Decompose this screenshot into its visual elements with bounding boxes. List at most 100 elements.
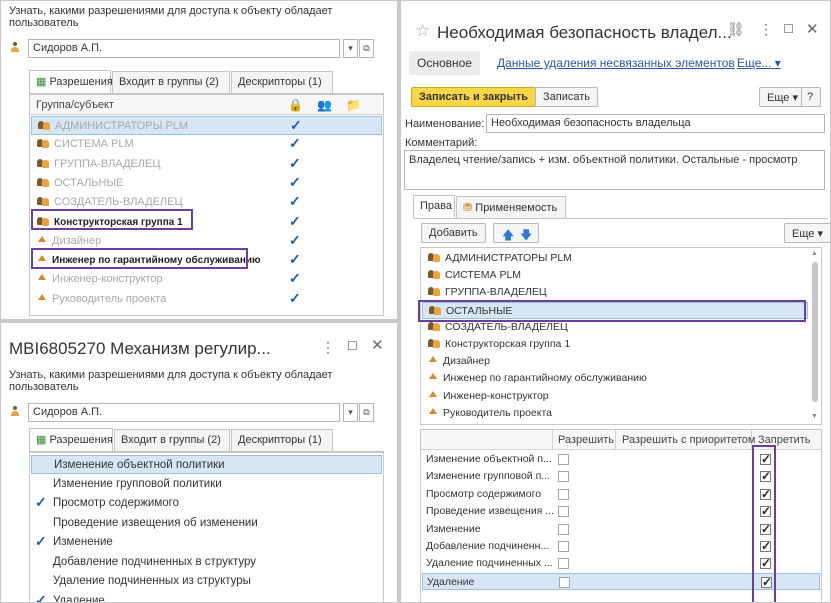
allow-checkbox[interactable]: [558, 488, 569, 500]
tab-rights[interactable]: Права: [413, 195, 455, 218]
table-row[interactable]: ОСТАЛЬНЫЕ ✓: [31, 174, 382, 193]
user-group-icon: [428, 338, 440, 348]
list-item[interactable]: Удаление подчиненных из структуры: [31, 572, 382, 591]
help-button[interactable]: ?: [801, 87, 821, 107]
more-icon[interactable]: ⋮: [321, 339, 335, 356]
allow-checkbox[interactable]: [558, 523, 569, 535]
close-icon[interactable]: ✕: [806, 20, 819, 38]
row-label: Изменение групповой политики: [53, 477, 222, 490]
check-icon: ✓: [289, 173, 301, 190]
allow-checkbox[interactable]: [559, 576, 570, 588]
table-row[interactable]: ГРУППА-ВЛАДЕЛЕЦ ✓: [31, 155, 382, 174]
tab-descriptors[interactable]: Дескрипторы (1): [231, 429, 333, 451]
list-item[interactable]: ГРУППА-ВЛАДЕЛЕЦ: [422, 284, 808, 301]
panel-security-descriptor: ☆ Необходимая безопасность владел... ⛓ ⋮…: [400, 0, 831, 603]
panel-user-groups: Узнать, какими разрешениями для доступа …: [0, 0, 398, 320]
table-icon: ▦: [36, 434, 50, 446]
scroll-down-icon[interactable]: ▼: [811, 413, 818, 420]
row-label: Изменение групповой п...: [426, 470, 551, 483]
name-field[interactable]: Необходимая безопасность владельца: [486, 114, 825, 133]
save-and-close-button[interactable]: Записать и закрыть: [411, 87, 537, 107]
table-row[interactable]: АДМИНИСТРАТОРЫ PLM ✓: [31, 116, 382, 135]
list-item[interactable]: Изменение объектной политики: [31, 455, 382, 474]
table-row[interactable]: Руководитель проекта ✓: [31, 290, 382, 309]
groups-table: Группа/субъект 🔒 👥 📁 АДМИНИСТРАТОРЫ PLM ✓…: [29, 94, 384, 316]
allow-checkbox[interactable]: [558, 541, 569, 552]
list-item[interactable]: ✓ Удаление: [31, 592, 382, 603]
allow-checkbox[interactable]: [558, 506, 569, 518]
link-icon[interactable]: ⛓: [727, 21, 745, 38]
open-button[interactable]: ⧉: [359, 39, 374, 58]
column-header-group: Группа/субъект: [36, 99, 114, 111]
folder-icon: 📁: [346, 98, 361, 112]
nav-main[interactable]: Основное: [409, 51, 480, 75]
highlight-frame: [418, 300, 806, 322]
more-icon[interactable]: ⋮: [759, 21, 773, 38]
maximize-icon[interactable]: ☐: [347, 339, 358, 353]
role-icon: [429, 390, 437, 397]
row-label: ГРУППА-ВЛАДЕЛЕЦ: [445, 286, 547, 299]
scroll-up-icon[interactable]: ▲: [811, 250, 818, 257]
row-label: Добавление подчиненн...: [426, 540, 550, 552]
list-item[interactable]: Изменение групповой политики: [31, 475, 382, 494]
list-item[interactable]: СИСТЕМА PLM: [422, 267, 808, 284]
table-row[interactable]: Инженер-конструктор ✓: [31, 270, 382, 289]
open-button[interactable]: ⧉: [359, 403, 374, 422]
add-button[interactable]: Добавить: [421, 223, 486, 243]
list-item[interactable]: ✓ Просмотр содержимого: [31, 494, 382, 513]
role-icon: [38, 235, 46, 242]
save-button[interactable]: Записать: [535, 87, 599, 107]
more-button[interactable]: Еще ▾: [759, 87, 806, 107]
tab-permissions[interactable]: ▦ Разрешения: [29, 70, 113, 93]
list-item[interactable]: Конструкторская группа 1: [422, 336, 808, 353]
table-row[interactable]: СИСТЕМА PLM ✓: [31, 135, 382, 154]
user-group-icon: [428, 269, 440, 280]
dropdown-icon: ▾: [774, 56, 781, 70]
arrow-down-icon[interactable]: 🡇: [520, 226, 532, 247]
tab-permissions[interactable]: ▦ Разрешения: [29, 428, 113, 451]
panel-object-permissions: MBI6805270 Механизм регулир... ⋮ ☐ ✕ Узн…: [0, 322, 398, 603]
list-item[interactable]: Руководитель проекта: [422, 405, 808, 422]
nav-link-deletion-data[interactable]: Данные удаления несвязанных элементов: [497, 56, 735, 70]
tab-member-of[interactable]: Входит в группы (2): [114, 429, 230, 451]
dropdown-button[interactable]: ▾: [343, 403, 358, 422]
allow-checkbox[interactable]: [558, 558, 569, 570]
list-item[interactable]: Дизайнер: [422, 353, 808, 370]
comment-field[interactable]: Владелец чтение/запись + изм. объектной …: [404, 150, 825, 190]
list-item[interactable]: Инженер по гарантийному обслуживанию: [422, 370, 808, 387]
allow-checkbox[interactable]: [558, 454, 569, 465]
tab-applicability[interactable]: ⛃ Применяемость: [456, 196, 566, 218]
nav-more[interactable]: Еще... ▾: [737, 56, 781, 70]
list-item[interactable]: АДМИНИСТРАТОРЫ PLM: [422, 250, 808, 267]
column-divider: [615, 430, 616, 450]
move-buttons: 🡅 🡇: [493, 223, 539, 243]
star-icon[interactable]: ☆: [415, 21, 430, 41]
comment-label: Комментарий:: [405, 137, 478, 149]
check-icon: ✓: [289, 270, 301, 287]
dropdown-button[interactable]: ▾: [343, 39, 358, 58]
user-field[interactable]: Сидоров А.П.: [28, 39, 340, 58]
role-icon: [38, 293, 46, 300]
user-icon: [10, 42, 25, 54]
row-label: Руководитель проекта: [52, 292, 167, 305]
user-group-icon: [37, 177, 49, 187]
row-label: Просмотр содержимого: [426, 487, 542, 500]
row-label: АДМИНИСТРАТОРЫ PLM: [445, 252, 572, 264]
list-item[interactable]: Добавление подчиненных в структуру: [31, 553, 382, 572]
row-label: Изменение: [426, 522, 481, 535]
tab-descriptors[interactable]: Дескрипторы (1): [231, 71, 333, 93]
more-button[interactable]: Еще ▾: [784, 223, 830, 243]
allow-checkbox[interactable]: [558, 471, 569, 483]
table-icon: ▦: [36, 76, 50, 88]
user-field[interactable]: Сидоров А.П.: [28, 403, 340, 422]
arrow-up-icon[interactable]: 🡅: [502, 226, 514, 247]
list-item[interactable]: Инженер-конструктор: [422, 388, 808, 405]
list-item[interactable]: Проведение извещения об изменении: [31, 514, 382, 533]
close-icon[interactable]: ✕: [371, 336, 384, 354]
list-item[interactable]: ✓ Изменение: [31, 533, 382, 552]
tab-member-of[interactable]: Входит в группы (2): [112, 71, 230, 93]
user-group-icon: [37, 138, 49, 149]
maximize-icon[interactable]: ☐: [783, 22, 794, 36]
scrollbar-thumb[interactable]: [812, 262, 818, 402]
row-label: Конструкторская группа 1: [445, 338, 571, 350]
